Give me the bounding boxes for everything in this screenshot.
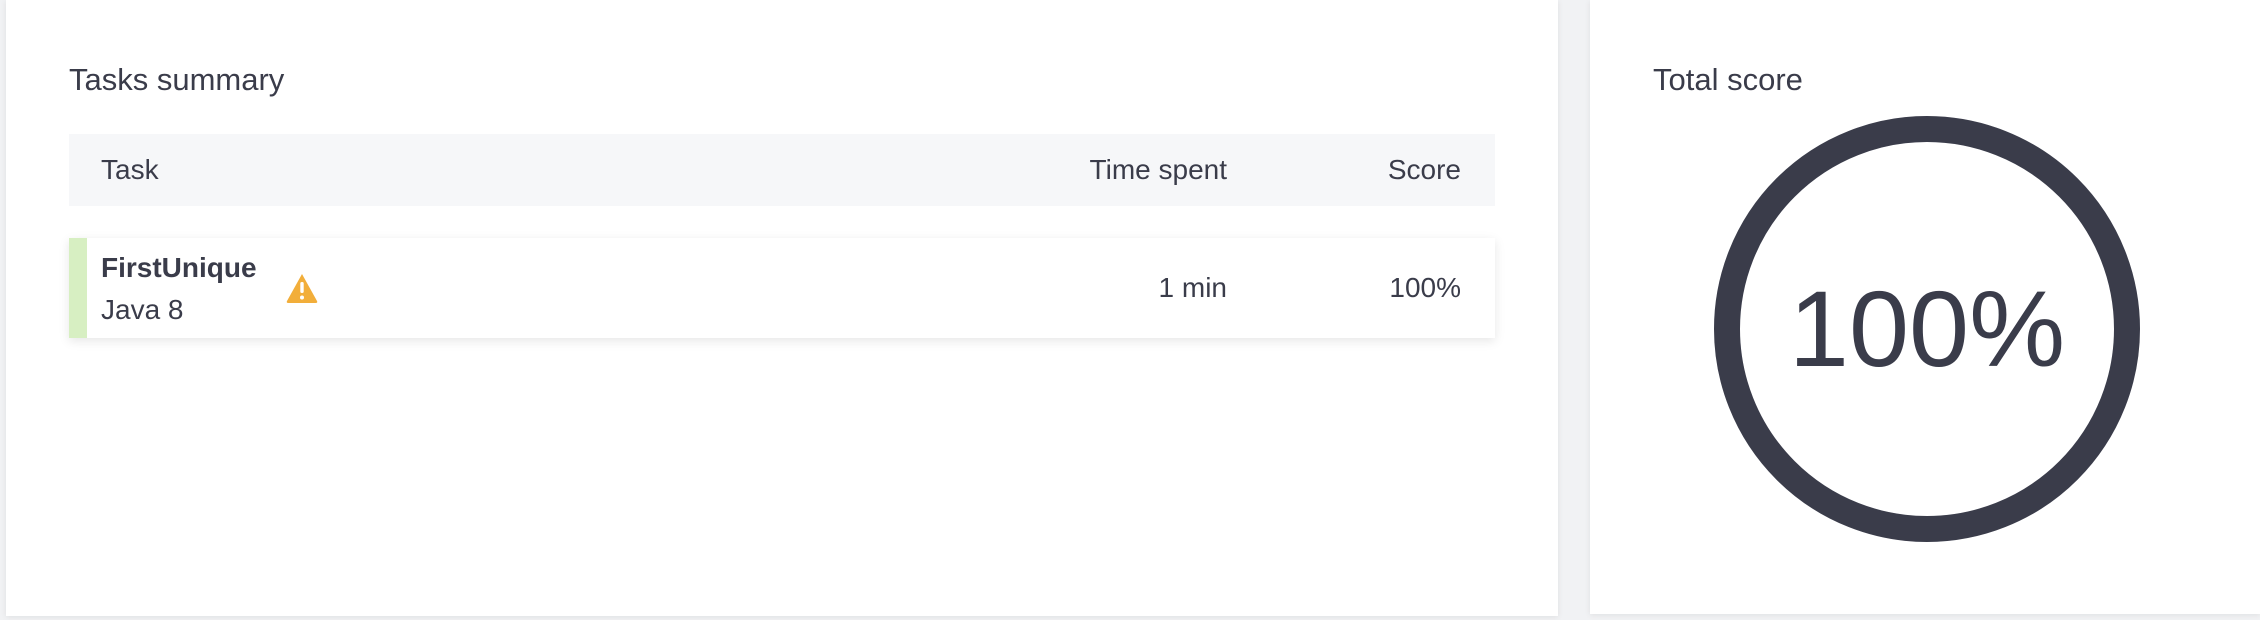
total-score-card: Total score 100% — [1590, 0, 2260, 614]
task-name[interactable]: FirstUnique — [101, 252, 257, 284]
total-score-value: 100% — [1788, 268, 2066, 389]
task-row[interactable]: FirstUnique Java 8 1 min 100% — [69, 238, 1495, 338]
column-header-score: Score — [1387, 154, 1461, 185]
tasks-summary-card: Tasks summary Task Time spent Score Firs… — [6, 0, 1558, 616]
task-status-accent — [69, 238, 87, 338]
column-header-task: Task — [101, 154, 159, 185]
task-time-spent: 1 min — [1158, 272, 1227, 303]
tasks-summary-title: Tasks summary — [69, 62, 285, 97]
total-score-title: Total score — [1653, 62, 1803, 97]
tasks-table-header: Task Time spent Score — [69, 134, 1495, 206]
column-header-time-spent: Time spent — [1089, 154, 1227, 185]
warning-icon[interactable] — [285, 272, 319, 304]
task-score: 100% — [1389, 272, 1461, 303]
task-language: Java 8 — [101, 294, 184, 325]
